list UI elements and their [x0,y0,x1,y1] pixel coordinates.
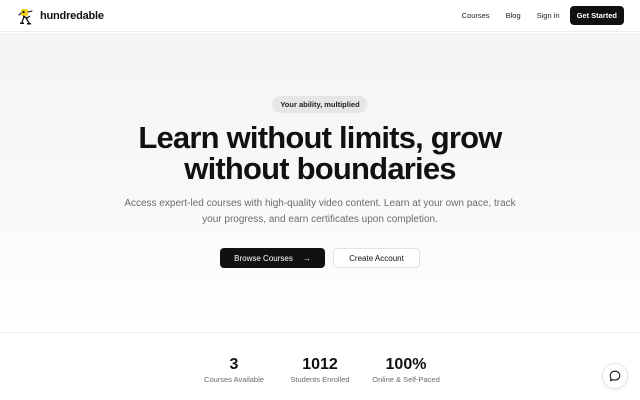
stat-label: Courses Available [204,375,264,384]
main-nav: Courses Blog Sign in Get Started [454,6,624,25]
stats-section: 3 Courses Available 1012 Students Enroll… [0,356,640,384]
get-started-button[interactable]: Get Started [569,6,624,25]
stat-value: 1012 [302,356,338,373]
chat-bubble-icon [609,370,621,382]
stat-students: 1012 Students Enrolled [287,356,353,384]
stat-value: 100% [385,356,427,373]
nav-link-blog[interactable]: Blog [498,11,529,20]
create-account-button[interactable]: Create Account [333,248,420,268]
headline-line-2: without boundaries [184,151,456,186]
hero-section: Your ability, multiplied Learn without l… [0,33,640,332]
chat-widget-button[interactable] [602,363,628,389]
hero-badge: Your ability, multiplied [272,96,368,113]
site-header: hundredable Courses Blog Sign in Get Sta… [0,0,640,32]
hero-headline: Learn without limits, grow without bound… [0,122,640,184]
browse-courses-button[interactable]: Browse Courses → [220,248,325,268]
stat-label: Online & Self-Paced [372,375,440,384]
stat-label: Students Enrolled [290,375,350,384]
page: hundredable Courses Blog Sign in Get Sta… [0,0,640,400]
stat-courses: 3 Courses Available [201,356,267,384]
stat-value: 3 [229,356,239,373]
brand[interactable]: hundredable [18,7,104,25]
brand-name: hundredable [40,9,104,22]
nav-link-sign-in[interactable]: Sign in [529,11,568,20]
hero-subtext: Access expert-led courses with high-qual… [124,198,516,225]
hero-cta-row: Browse Courses → Create Account [0,248,640,268]
stat-online: 100% Online & Self-Paced [372,356,440,384]
headline-line-1: Learn without limits, grow [138,120,502,155]
arrow-right-icon: → [302,253,311,263]
section-divider [0,332,640,333]
browse-courses-label: Browse Courses [234,253,293,263]
create-account-label: Create Account [349,253,404,263]
runner-mascot-icon [18,8,33,24]
nav-link-courses[interactable]: Courses [454,11,498,20]
